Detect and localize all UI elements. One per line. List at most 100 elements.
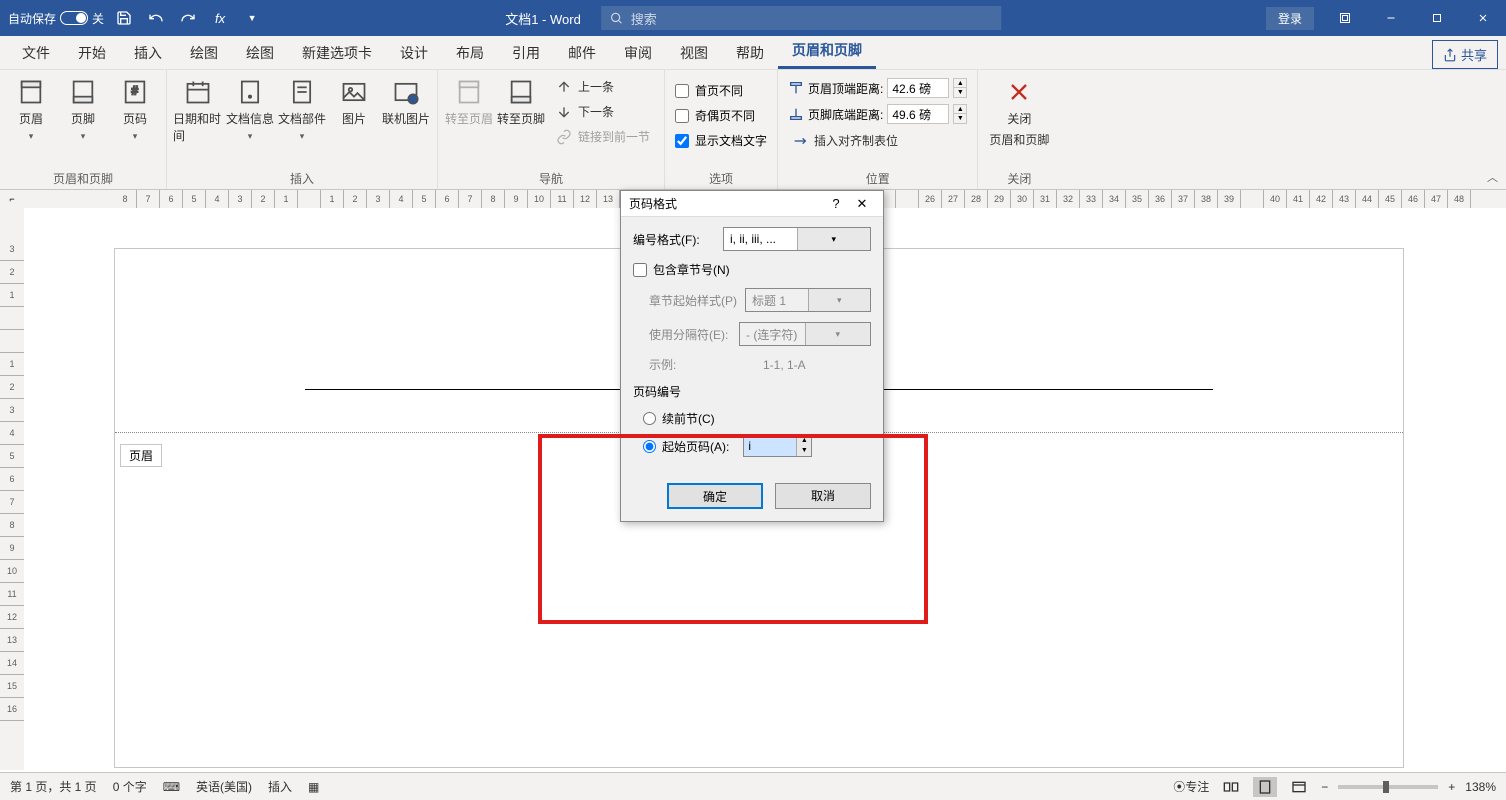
tab-layout[interactable]: 布局	[442, 35, 498, 69]
autosave-state: 关	[92, 10, 104, 27]
undo-icon[interactable]	[144, 6, 168, 30]
page-number-button[interactable]: #页码▾	[110, 74, 160, 166]
status-page[interactable]: 第 1 页，共 1 页	[10, 778, 97, 795]
tab-design[interactable]: 设计	[386, 35, 442, 69]
share-button[interactable]: 共享	[1432, 40, 1498, 69]
tab-home[interactable]: 开始	[64, 35, 120, 69]
close-x-icon	[1005, 78, 1033, 106]
dialog-titlebar[interactable]: 页码格式 ? ✕	[621, 191, 883, 217]
share-icon	[1443, 48, 1457, 62]
odd-even-check[interactable]: 奇偶页不同	[675, 105, 767, 126]
online-picture-icon	[392, 78, 420, 106]
docparts-button[interactable]: 文档部件▾	[277, 74, 327, 166]
focus-mode[interactable]: ⦿专注	[1173, 778, 1209, 795]
status-lang[interactable]: 英语(美国)	[196, 778, 252, 795]
number-format-combo[interactable]: i, ii, iii, ...▾	[723, 227, 871, 251]
align-tab-button[interactable]: 插入对齐制表位	[788, 130, 967, 151]
first-diff-check[interactable]: 首页不同	[675, 80, 767, 101]
zoom-out-icon[interactable]: −	[1321, 780, 1328, 794]
calendar-icon	[184, 78, 212, 106]
group-position: 页眉顶端距离: ▲▼ 页脚底端距离: ▲▼ 插入对齐制表位 位置	[778, 70, 978, 189]
minimize-icon[interactable]	[1368, 0, 1414, 36]
goto-header-button: 转至页眉	[444, 74, 494, 166]
tab-new[interactable]: 新建选项卡	[288, 35, 386, 69]
online-picture-button[interactable]: 联机图片	[381, 74, 431, 166]
fx-icon[interactable]: fx	[208, 6, 232, 30]
status-bar: 第 1 页，共 1 页 0 个字 ⌨ 英语(美国) 插入 ▦ ⦿专注 − + 1…	[0, 772, 1506, 800]
show-doc-check[interactable]: 显示文档文字	[675, 130, 767, 151]
docparts-icon	[288, 78, 316, 106]
tab-help[interactable]: 帮助	[722, 35, 778, 69]
datetime-button[interactable]: 日期和时间	[173, 74, 223, 166]
print-layout-icon[interactable]	[1253, 777, 1277, 797]
header-top-input[interactable]	[887, 78, 949, 98]
tab-draw1[interactable]: 绘图	[176, 35, 232, 69]
dialog-help-icon[interactable]: ?	[823, 196, 849, 211]
search-box[interactable]: 搜索	[601, 6, 1001, 30]
cancel-button[interactable]: 取消	[775, 483, 871, 509]
start-at-spinbox[interactable]: ▲▼	[743, 435, 812, 457]
spin-down-icon[interactable]: ▼	[797, 446, 811, 456]
close-icon[interactable]	[1460, 0, 1506, 36]
goto-footer-button[interactable]: 转至页脚	[496, 74, 546, 166]
close-hf-button[interactable]: 关闭页眉和页脚	[984, 74, 1054, 166]
header-top-row: 页眉顶端距离: ▲▼	[788, 78, 967, 98]
group-header-footer: 页眉▾ 页脚▾ #页码▾ 页眉和页脚	[0, 70, 167, 189]
start-at-input[interactable]	[744, 436, 796, 456]
zoom-level[interactable]: 138%	[1465, 780, 1496, 794]
picture-button[interactable]: 图片	[329, 74, 379, 166]
web-layout-icon[interactable]	[1287, 777, 1311, 797]
continue-radio[interactable]: 续前节(C)	[633, 406, 871, 431]
next-button[interactable]: 下一条	[552, 101, 654, 122]
tab-header-footer[interactable]: 页眉和页脚	[778, 32, 876, 69]
autosave-label: 自动保存	[8, 10, 56, 27]
footer-button[interactable]: 页脚▾	[58, 74, 108, 166]
status-words[interactable]: 0 个字	[113, 778, 147, 795]
status-macro-icon[interactable]: ▦	[308, 780, 319, 794]
spinner-buttons[interactable]: ▲▼	[953, 104, 967, 124]
tab-review[interactable]: 审阅	[610, 35, 666, 69]
chevron-down-icon: ▾	[805, 323, 871, 345]
ok-button[interactable]: 确定	[667, 483, 763, 509]
redo-icon[interactable]	[176, 6, 200, 30]
tab-file[interactable]: 文件	[8, 35, 64, 69]
autosave-toggle[interactable]: 自动保存 关	[8, 10, 104, 27]
status-insert[interactable]: 插入	[268, 778, 292, 795]
footer-bottom-input[interactable]	[887, 104, 949, 124]
chevron-down-icon: ▾	[808, 289, 871, 311]
footer-distance-icon	[788, 106, 804, 122]
qat-dropdown-icon[interactable]: ▼	[240, 6, 264, 30]
zoom-in-icon[interactable]: +	[1448, 780, 1455, 794]
arrow-up-icon	[556, 79, 572, 95]
header-button[interactable]: 页眉▾	[6, 74, 56, 166]
zoom-slider[interactable]	[1338, 785, 1438, 789]
read-mode-icon[interactable]	[1219, 777, 1243, 797]
footer-bottom-row: 页脚底端距离: ▲▼	[788, 104, 967, 124]
tab-view[interactable]: 视图	[666, 35, 722, 69]
tab-references[interactable]: 引用	[498, 35, 554, 69]
separator-label: 使用分隔符(E):	[649, 326, 731, 343]
status-spellcheck-icon[interactable]: ⌨	[163, 780, 180, 794]
tab-mailings[interactable]: 邮件	[554, 35, 610, 69]
include-chapter-check[interactable]: 包含章节号(N)	[633, 261, 871, 278]
docinfo-button[interactable]: 文档信息▾	[225, 74, 275, 166]
tab-draw2[interactable]: 绘图	[232, 35, 288, 69]
spinner-buttons[interactable]: ▲▼	[953, 78, 967, 98]
prev-button[interactable]: 上一条	[552, 76, 654, 97]
login-button[interactable]: 登录	[1266, 7, 1314, 30]
maximize-icon[interactable]	[1414, 0, 1460, 36]
save-icon[interactable]	[112, 6, 136, 30]
dialog-close-icon[interactable]: ✕	[849, 196, 875, 212]
spin-up-icon[interactable]: ▲	[797, 436, 811, 446]
title-bar: 自动保存 关 fx ▼ 文档1 - Word 搜索 登录	[0, 0, 1506, 36]
collapse-ribbon-icon[interactable]: ︿	[1487, 169, 1498, 185]
page-number-format-dialog: 页码格式 ? ✕ 编号格式(F): i, ii, iii, ...▾ 包含章节号…	[620, 190, 884, 522]
ribbon-options-icon[interactable]	[1322, 0, 1368, 36]
start-at-radio[interactable]: 起始页码(A): ▲▼	[633, 431, 871, 461]
group-close: 关闭页眉和页脚 关闭	[978, 70, 1060, 189]
page-number-section-label: 页码编号	[633, 383, 871, 400]
ruler-vertical[interactable]: 32112345678910111213141516	[0, 208, 24, 770]
separator-combo: - (连字符)▾	[739, 322, 871, 346]
tab-insert[interactable]: 插入	[120, 35, 176, 69]
example-label: 示例:	[649, 356, 731, 373]
